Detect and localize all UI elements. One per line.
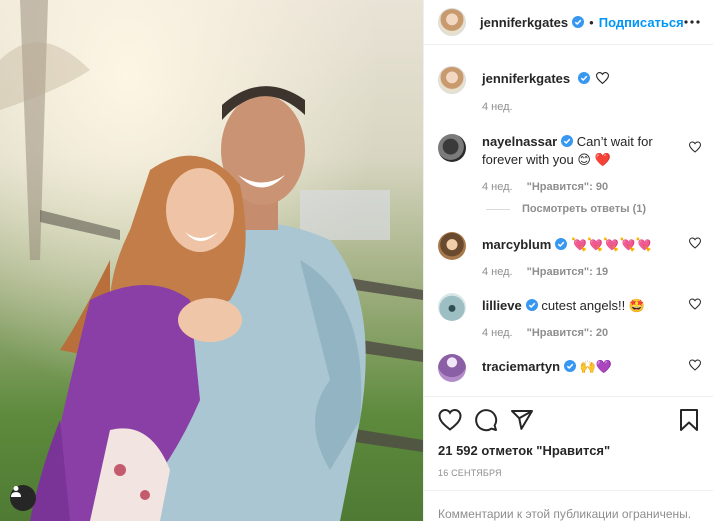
comment-text: cutest angels!! 🤩 [541,298,646,313]
comments-list[interactable]: jenniferkgates 4 нед. nayelnassar Can’t … [424,45,713,396]
comment-item: lillieve cutest angels!! 🤩 4 нед. "Нрави… [438,292,701,339]
author-username[interactable]: jenniferkgates [480,15,568,30]
tagged-users-button[interactable] [10,485,36,511]
commenter-username[interactable]: marcyblum [482,237,551,252]
caption-avatar[interactable] [438,66,466,94]
comment-item: traciemartyn 🙌💜 [438,353,701,382]
verified-badge-icon [561,135,574,147]
commenter-username[interactable]: traciemartyn [482,359,560,374]
follow-button[interactable]: Подписаться [599,15,684,30]
commenter-avatar[interactable] [438,232,466,260]
like-comment-heart-icon[interactable] [689,237,701,249]
view-replies-label: Посмотреть ответы (1) [522,203,647,215]
caption: jenniferkgates 4 нед. [438,65,701,113]
commenter-avatar[interactable] [438,134,466,162]
comment-time: 4 нед. [482,266,513,278]
like-comment-heart-icon[interactable] [689,141,701,153]
post-sidebar: jenniferkgates • Подписаться jenniferkga… [423,0,713,521]
heart-outline-icon [596,72,610,85]
comment-likes[interactable]: "Нравится": 20 [527,327,608,339]
comment-time: 4 нед. [482,327,513,339]
post-photo[interactable] [0,0,423,521]
verified-badge-icon [564,360,577,372]
caption-username[interactable]: jenniferkgates [482,71,570,86]
author-avatar[interactable] [438,8,466,36]
post-date[interactable]: 16 СЕНТЯБРЯ [438,468,701,478]
commenter-avatar[interactable] [438,354,466,382]
commenter-avatar[interactable] [438,293,466,321]
comment-item: nayelnassar Can’t wait for forever with … [438,133,701,193]
verified-badge-icon [555,238,568,250]
commenter-username[interactable]: lillieve [482,298,522,313]
more-options-icon [684,20,700,24]
action-icons [438,405,701,435]
like-heart-icon[interactable] [438,408,462,432]
comment-item: marcyblum 💘💘💘💘💘 4 нед. "Нравится": 19 [438,231,701,278]
like-comment-heart-icon[interactable] [689,298,701,310]
comment-likes[interactable]: "Нравится": 19 [527,266,608,278]
couple-photo-illustration [0,0,423,521]
verified-badge-icon [572,16,585,28]
instagram-post: jenniferkgates • Подписаться jenniferkga… [0,0,713,521]
comment-text: 🙌💜 [579,359,613,374]
post-actions: 21 592 отметок "Нравится" 16 СЕНТЯБРЯ Ко… [424,396,713,521]
more-options-button[interactable] [684,10,701,34]
comment-time: 4 нед. [482,181,513,193]
verified-badge-icon [525,299,538,311]
save-bookmark-icon[interactable] [677,408,701,432]
comment-icon[interactable] [474,408,498,432]
commenter-username[interactable]: nayelnassar [482,134,557,149]
header-separator: • [589,14,594,30]
replies-divider [486,208,510,210]
likes-count[interactable]: 21 592 отметок "Нравится" [438,443,701,458]
verified-badge-icon [577,72,590,84]
like-comment-heart-icon[interactable] [689,359,701,371]
view-replies-button[interactable]: Посмотреть ответы (1) [486,203,701,215]
comment-likes[interactable]: "Нравится": 90 [527,181,608,193]
comment-text: 💘💘💘💘💘 [571,237,652,252]
user-icon [11,486,21,497]
post-header: jenniferkgates • Подписаться [424,0,713,45]
share-icon[interactable] [510,408,534,432]
caption-time: 4 нед. [482,101,513,113]
comments-closed-notice: Комментарии к этой публикации ограничены… [424,490,713,521]
